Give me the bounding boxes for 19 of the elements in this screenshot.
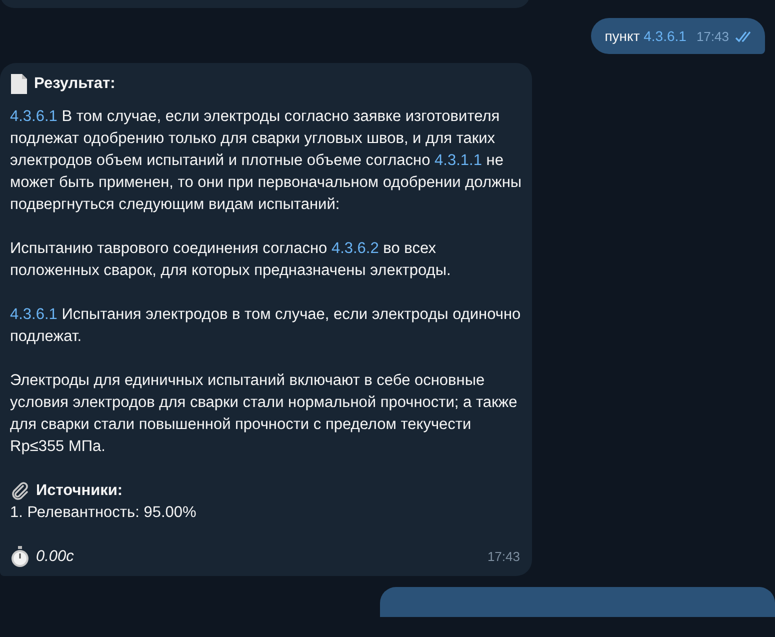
reference-link[interactable]: 4.3.1.1	[434, 152, 482, 169]
answer-paragraph: Электроды для единичных испытаний включают в себе основные условия электродов для сварки стали нормальной прочности; а также для сварки стали повышенной прочности с пределом текучести Rp≤355 МПа.	[10, 371, 518, 457]
result-title: Результат:	[34, 74, 116, 94]
source-item: 1. Релевантность: 95.00%	[10, 503, 198, 523]
reference-link[interactable]: 4.3.6.2	[331, 240, 379, 257]
message-time: 17:43	[487, 548, 520, 566]
answer-paragraph: 4.3.6.1 В том случае, если электроды согласно заявке изготовителя подлежат одобрению только для сварки угловых швов, и для таких электродов объем испытаний и плотные объеме согласно 4.3.1.1 не может быть применен, то они при первоначальном одобрении должны подвергнуться следующим видам испытаний:	[10, 107, 522, 215]
reference-link[interactable]: 4.3.6.1	[644, 28, 686, 44]
sources-title: Источники:	[36, 481, 123, 501]
duration-text: 0.00с	[36, 547, 74, 567]
answer-paragraph: 4.3.6.1 Испытания электродов в том случае, если электроды одиночно подлежат.	[10, 305, 522, 347]
reference-link[interactable]: 4.3.6.1	[10, 108, 58, 125]
reference-link[interactable]: 4.3.6.1	[10, 306, 58, 323]
document-icon	[10, 73, 28, 95]
answer-paragraph: Испытанию таврового соединения согласно 4.3.6.2 во всех положенных сварок, для которых предназначены электроды.	[10, 239, 452, 281]
message-text: пункт 4.3.6.1	[604, 28, 686, 44]
stopwatch-icon	[10, 546, 30, 568]
paperclip-icon	[10, 481, 30, 501]
message-time: 17:43	[696, 29, 729, 44]
